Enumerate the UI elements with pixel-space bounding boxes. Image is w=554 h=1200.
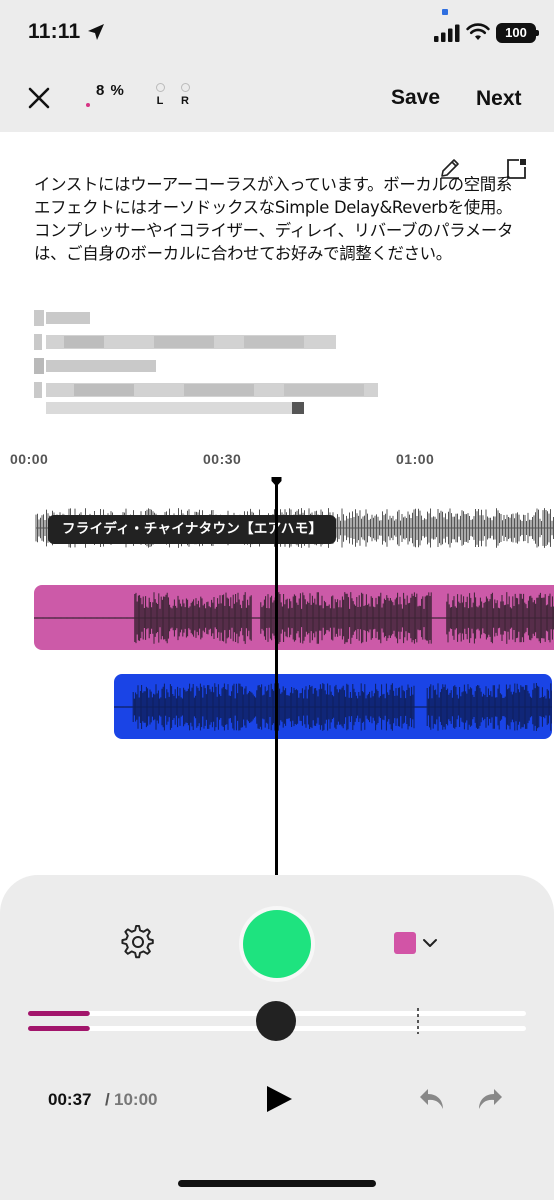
vocal-clip-pink[interactable] (34, 585, 554, 650)
channel-right-toggle[interactable]: R (178, 83, 192, 107)
play-icon[interactable] (263, 1083, 295, 1115)
chevron-down-icon[interactable] (422, 936, 438, 950)
scrub-slider[interactable] (28, 1000, 528, 1042)
close-icon[interactable] (26, 85, 52, 111)
playhead[interactable] (275, 482, 278, 880)
undo-icon[interactable] (418, 1086, 446, 1112)
description-text: インストにはウーアーコーラスが入っています。ボーカルの空間系エフェクトにはオーソ… (34, 175, 514, 263)
top-toolbar: 8 % L R Save Next (0, 66, 554, 132)
timeline-marker: 01:00 (396, 451, 435, 467)
gear-icon[interactable] (120, 924, 156, 960)
cellular-signal-icon (434, 24, 460, 42)
channel-left-ring (155, 83, 165, 92)
playhead-handle-icon[interactable] (271, 476, 282, 487)
current-time: 00:37 (48, 1090, 92, 1109)
scrub-progress-top (28, 1011, 90, 1016)
channel-left-toggle[interactable]: L (153, 83, 167, 107)
timeline-marker: 00:00 (10, 451, 49, 467)
scrub-progress-bottom (28, 1026, 90, 1031)
vocal-waveform-pink (34, 592, 554, 644)
vocal-clip-blue[interactable] (114, 674, 552, 739)
wifi-icon (466, 23, 490, 40)
channel-left-label: L (156, 95, 164, 107)
record-button[interactable] (243, 910, 311, 978)
battery-icon: 100 (496, 23, 539, 43)
channel-right-label: R (181, 95, 189, 107)
level-indicator-dot (86, 103, 90, 107)
vocal-waveform-blue (114, 683, 552, 731)
timeline-marker: 00:30 (203, 451, 242, 467)
total-time: 10:00 (114, 1090, 158, 1109)
redo-icon[interactable] (476, 1086, 504, 1112)
location-arrow-icon (88, 24, 104, 40)
time-separator: / (105, 1090, 110, 1109)
save-button[interactable]: Save (391, 86, 440, 110)
track-color-swatch[interactable] (394, 932, 416, 954)
input-level-readout: 8 % (96, 82, 125, 99)
home-indicator (178, 1180, 376, 1187)
status-time: 11:11 (28, 20, 81, 43)
channel-right-ring (180, 83, 190, 92)
scrub-thumb[interactable] (256, 1001, 296, 1041)
privacy-indicator (442, 9, 448, 15)
next-button[interactable]: Next (476, 87, 522, 111)
status-bar: 11:11 100 (0, 0, 554, 66)
track-title-label: フライディ・チャイナタウン【エアハモ】 (48, 515, 337, 544)
redacted-text-block (34, 310, 378, 414)
